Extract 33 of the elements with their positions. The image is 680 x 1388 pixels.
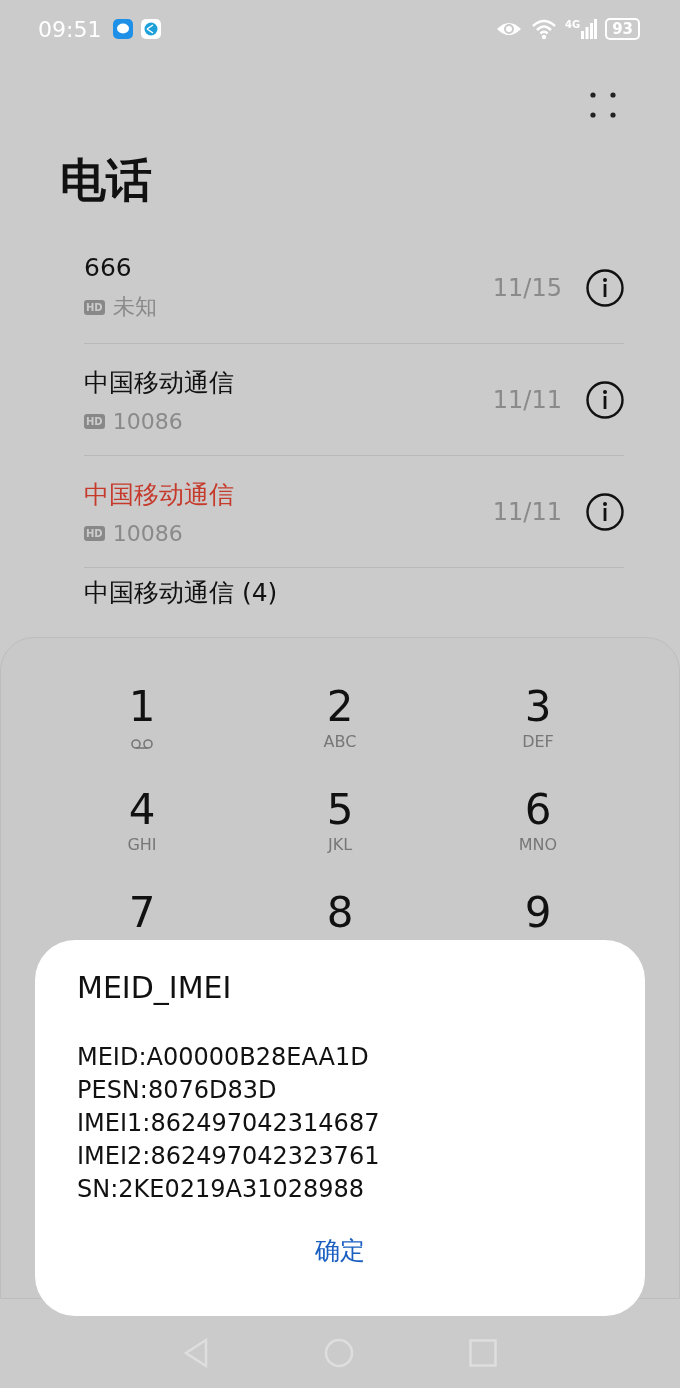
chat-bubble-icon	[113, 19, 134, 39]
info-icon[interactable]	[586, 492, 624, 531]
hd-badge: HD	[84, 299, 105, 315]
caller-number: 10086	[112, 408, 183, 434]
wifi-icon	[530, 18, 557, 40]
hd-badge: HD	[84, 413, 105, 429]
call-date: 11/15	[492, 273, 562, 302]
caller-name[interactable]: 中国移动通信 (4)	[84, 576, 278, 609]
dial-key[interactable]: 2 ABC	[241, 682, 439, 767]
device-id-line: SN:2KE0219A31028988	[77, 1174, 366, 1205]
dialog-title: MEID_IMEI	[77, 970, 233, 1005]
voicemail-icon	[130, 738, 154, 750]
caller-name[interactable]: 中国移动通信	[84, 365, 234, 399]
device-id-line: MEID:A00000B28EAA1D	[77, 1042, 370, 1073]
dial-key[interactable]: 4 GHI	[43, 785, 241, 870]
dial-key[interactable]: 6 MNO	[439, 785, 637, 870]
caller-name[interactable]: 666	[84, 253, 132, 282]
caller-number: 10086	[112, 520, 183, 546]
call-date: 11/11	[492, 385, 562, 414]
call-date: 11/11	[492, 497, 562, 526]
hd-badge: HD	[84, 525, 105, 541]
more-options-icon[interactable]	[588, 90, 618, 120]
confirm-button[interactable]: 确定	[295, 1226, 385, 1275]
dial-key[interactable]: 5 JKL	[241, 785, 439, 870]
info-icon[interactable]	[586, 380, 624, 419]
device-id-line: IMEI2:862497042323761	[77, 1141, 381, 1172]
info-icon[interactable]	[586, 268, 624, 307]
dial-key[interactable]: 3 DEF	[439, 682, 637, 767]
page-title: 电话	[59, 152, 153, 209]
caller-number: 未知	[112, 293, 157, 321]
dial-key[interactable]: 1	[43, 682, 241, 767]
device-id-line: PESN:8076D83D	[77, 1075, 278, 1106]
device-id-line: IMEI1:862497042314687	[77, 1108, 381, 1139]
